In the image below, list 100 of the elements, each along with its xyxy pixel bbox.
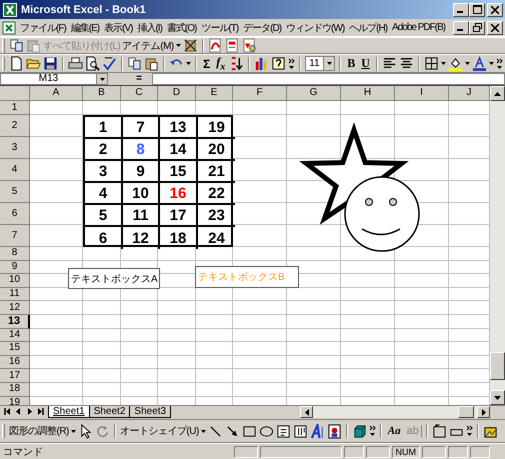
menu-item[interactable]: 書式(O): [164, 20, 200, 34]
font-style-button[interactable]: Aa: [386, 425, 403, 437]
dropdown-arrow-icon[interactable]: [200, 430, 206, 432]
menu-item[interactable]: ヘルプ(H): [347, 20, 390, 34]
printer-icon[interactable]: [68, 56, 83, 71]
scrollbar-thumb[interactable]: [490, 352, 505, 380]
word-art-icon[interactable]: [310, 424, 325, 438]
sheet-tab[interactable]: Sheet3: [129, 406, 172, 418]
previous-sheet-icon[interactable]: [14, 407, 23, 416]
text-box-icon[interactable]: [276, 424, 291, 438]
column-header[interactable]: B: [83, 86, 121, 101]
name-box[interactable]: M13: [0, 73, 108, 85]
scrollbar-thumb[interactable]: [458, 406, 474, 418]
row-header[interactable]: 14: [0, 328, 30, 342]
chevron-icon[interactable]: [466, 425, 473, 437]
menu-item[interactable]: 編集(E): [68, 20, 102, 34]
row-header[interactable]: 18: [0, 382, 30, 397]
menu-item[interactable]: ウィンドウ(W): [284, 20, 348, 34]
borders-icon[interactable]: [424, 56, 439, 71]
fill-color-icon[interactable]: [448, 56, 463, 71]
dropdown-arrow-icon[interactable]: [440, 62, 446, 65]
column-header[interactable]: D: [158, 86, 196, 101]
menu-item[interactable]: ファイル(F): [18, 20, 69, 34]
first-sheet-icon[interactable]: [3, 407, 12, 416]
menu-item[interactable]: 表示(V): [102, 20, 136, 34]
select-all-corner[interactable]: [0, 86, 30, 101]
menu-item[interactable]: 挿入(I): [135, 20, 165, 34]
font-color-icon[interactable]: [472, 56, 487, 71]
spell-check-icon[interactable]: [102, 56, 117, 71]
last-sheet-icon[interactable]: [36, 407, 45, 416]
column-header[interactable]: G: [287, 86, 341, 101]
next-sheet-icon[interactable]: [25, 407, 34, 416]
clipboard-clear-icon[interactable]: [182, 38, 198, 53]
row-header[interactable]: 17: [0, 369, 30, 383]
dropdown-arrow-icon[interactable]: [186, 62, 191, 65]
oval-icon[interactable]: [258, 424, 274, 438]
insert-function-button[interactable]: f$_{x}$: [214, 54, 228, 72]
restore-button[interactable]: [469, 20, 485, 34]
font-size-field[interactable]: 11: [305, 56, 336, 71]
bold-button[interactable]: B: [345, 56, 358, 71]
chevron-icon[interactable]: [496, 58, 503, 70]
column-header[interactable]: F: [233, 86, 287, 101]
minimize-button[interactable]: [453, 2, 469, 16]
column-header[interactable]: A: [30, 86, 83, 101]
align-center-icon[interactable]: [398, 56, 414, 71]
formula-input[interactable]: [152, 73, 505, 85]
menu-item[interactable]: データ(D): [241, 20, 284, 34]
vertical-scrollbar[interactable]: [490, 86, 505, 405]
row-header[interactable]: 9: [0, 260, 30, 274]
row-header[interactable]: 10: [0, 274, 30, 288]
arrow-icon[interactable]: [224, 424, 240, 438]
draw-menu-button[interactable]: 図形の調整(R): [9, 424, 69, 438]
underline-button[interactable]: U: [359, 56, 372, 71]
row-header[interactable]: 4: [0, 159, 30, 181]
copy-icon[interactable]: [9, 38, 24, 53]
maximize-button[interactable]: [469, 2, 485, 16]
formula-equals-button[interactable]: =: [108, 73, 152, 85]
frame-icon[interactable]: [432, 424, 447, 438]
rectangle-icon[interactable]: [242, 424, 257, 438]
copy-icon[interactable]: [127, 56, 142, 71]
autosum-button[interactable]: Σ: [201, 56, 212, 70]
line-icon[interactable]: [208, 424, 223, 438]
row-header[interactable]: 6: [0, 203, 30, 225]
column-header[interactable]: I: [395, 86, 449, 101]
menu-item[interactable]: ツール(T): [199, 20, 242, 34]
dropdown-arrow-icon[interactable]: [70, 430, 76, 432]
cube-icon[interactable]: [352, 424, 367, 438]
sheet-tab[interactable]: Sheet1: [48, 406, 90, 418]
close-button[interactable]: [487, 20, 503, 34]
row-header[interactable]: 5: [0, 181, 30, 203]
row-header[interactable]: 16: [0, 356, 30, 370]
column-header[interactable]: E: [196, 86, 233, 101]
help-icon[interactable]: [271, 56, 286, 71]
row-header[interactable]: 1: [0, 101, 30, 115]
pdf-icon[interactable]: [242, 38, 257, 53]
pdf-icon[interactable]: [224, 38, 240, 53]
row-header[interactable]: 2: [0, 115, 30, 137]
clip-art-icon[interactable]: [326, 424, 342, 438]
chevron-icon[interactable]: [288, 58, 296, 70]
row-header[interactable]: 12: [0, 301, 30, 315]
minimize-button[interactable]: [453, 20, 469, 34]
print-preview-icon[interactable]: [85, 56, 100, 71]
column-header[interactable]: C: [121, 86, 158, 101]
new-document-icon[interactable]: [9, 56, 24, 71]
pdf-icon[interactable]: [208, 38, 223, 53]
align-left-icon[interactable]: [382, 56, 397, 71]
items-menu-button[interactable]: アイテム(M): [122, 38, 174, 52]
row-header[interactable]: 15: [0, 342, 30, 356]
menu-item[interactable]: Adobe PDF(B): [390, 22, 448, 33]
column-header[interactable]: H: [341, 86, 395, 101]
row-header[interactable]: 7: [0, 225, 30, 247]
sort-icon[interactable]: [229, 56, 244, 71]
sheet-tab[interactable]: Sheet2: [88, 406, 130, 418]
close-button[interactable]: [487, 2, 503, 16]
paste-icon[interactable]: [144, 56, 159, 71]
dropdown-arrow-icon[interactable]: [464, 62, 470, 65]
row-header[interactable]: 3: [0, 137, 30, 159]
workbook-icon[interactable]: [2, 20, 16, 34]
column-header[interactable]: J: [449, 86, 490, 101]
row-header[interactable]: 11: [0, 288, 30, 302]
